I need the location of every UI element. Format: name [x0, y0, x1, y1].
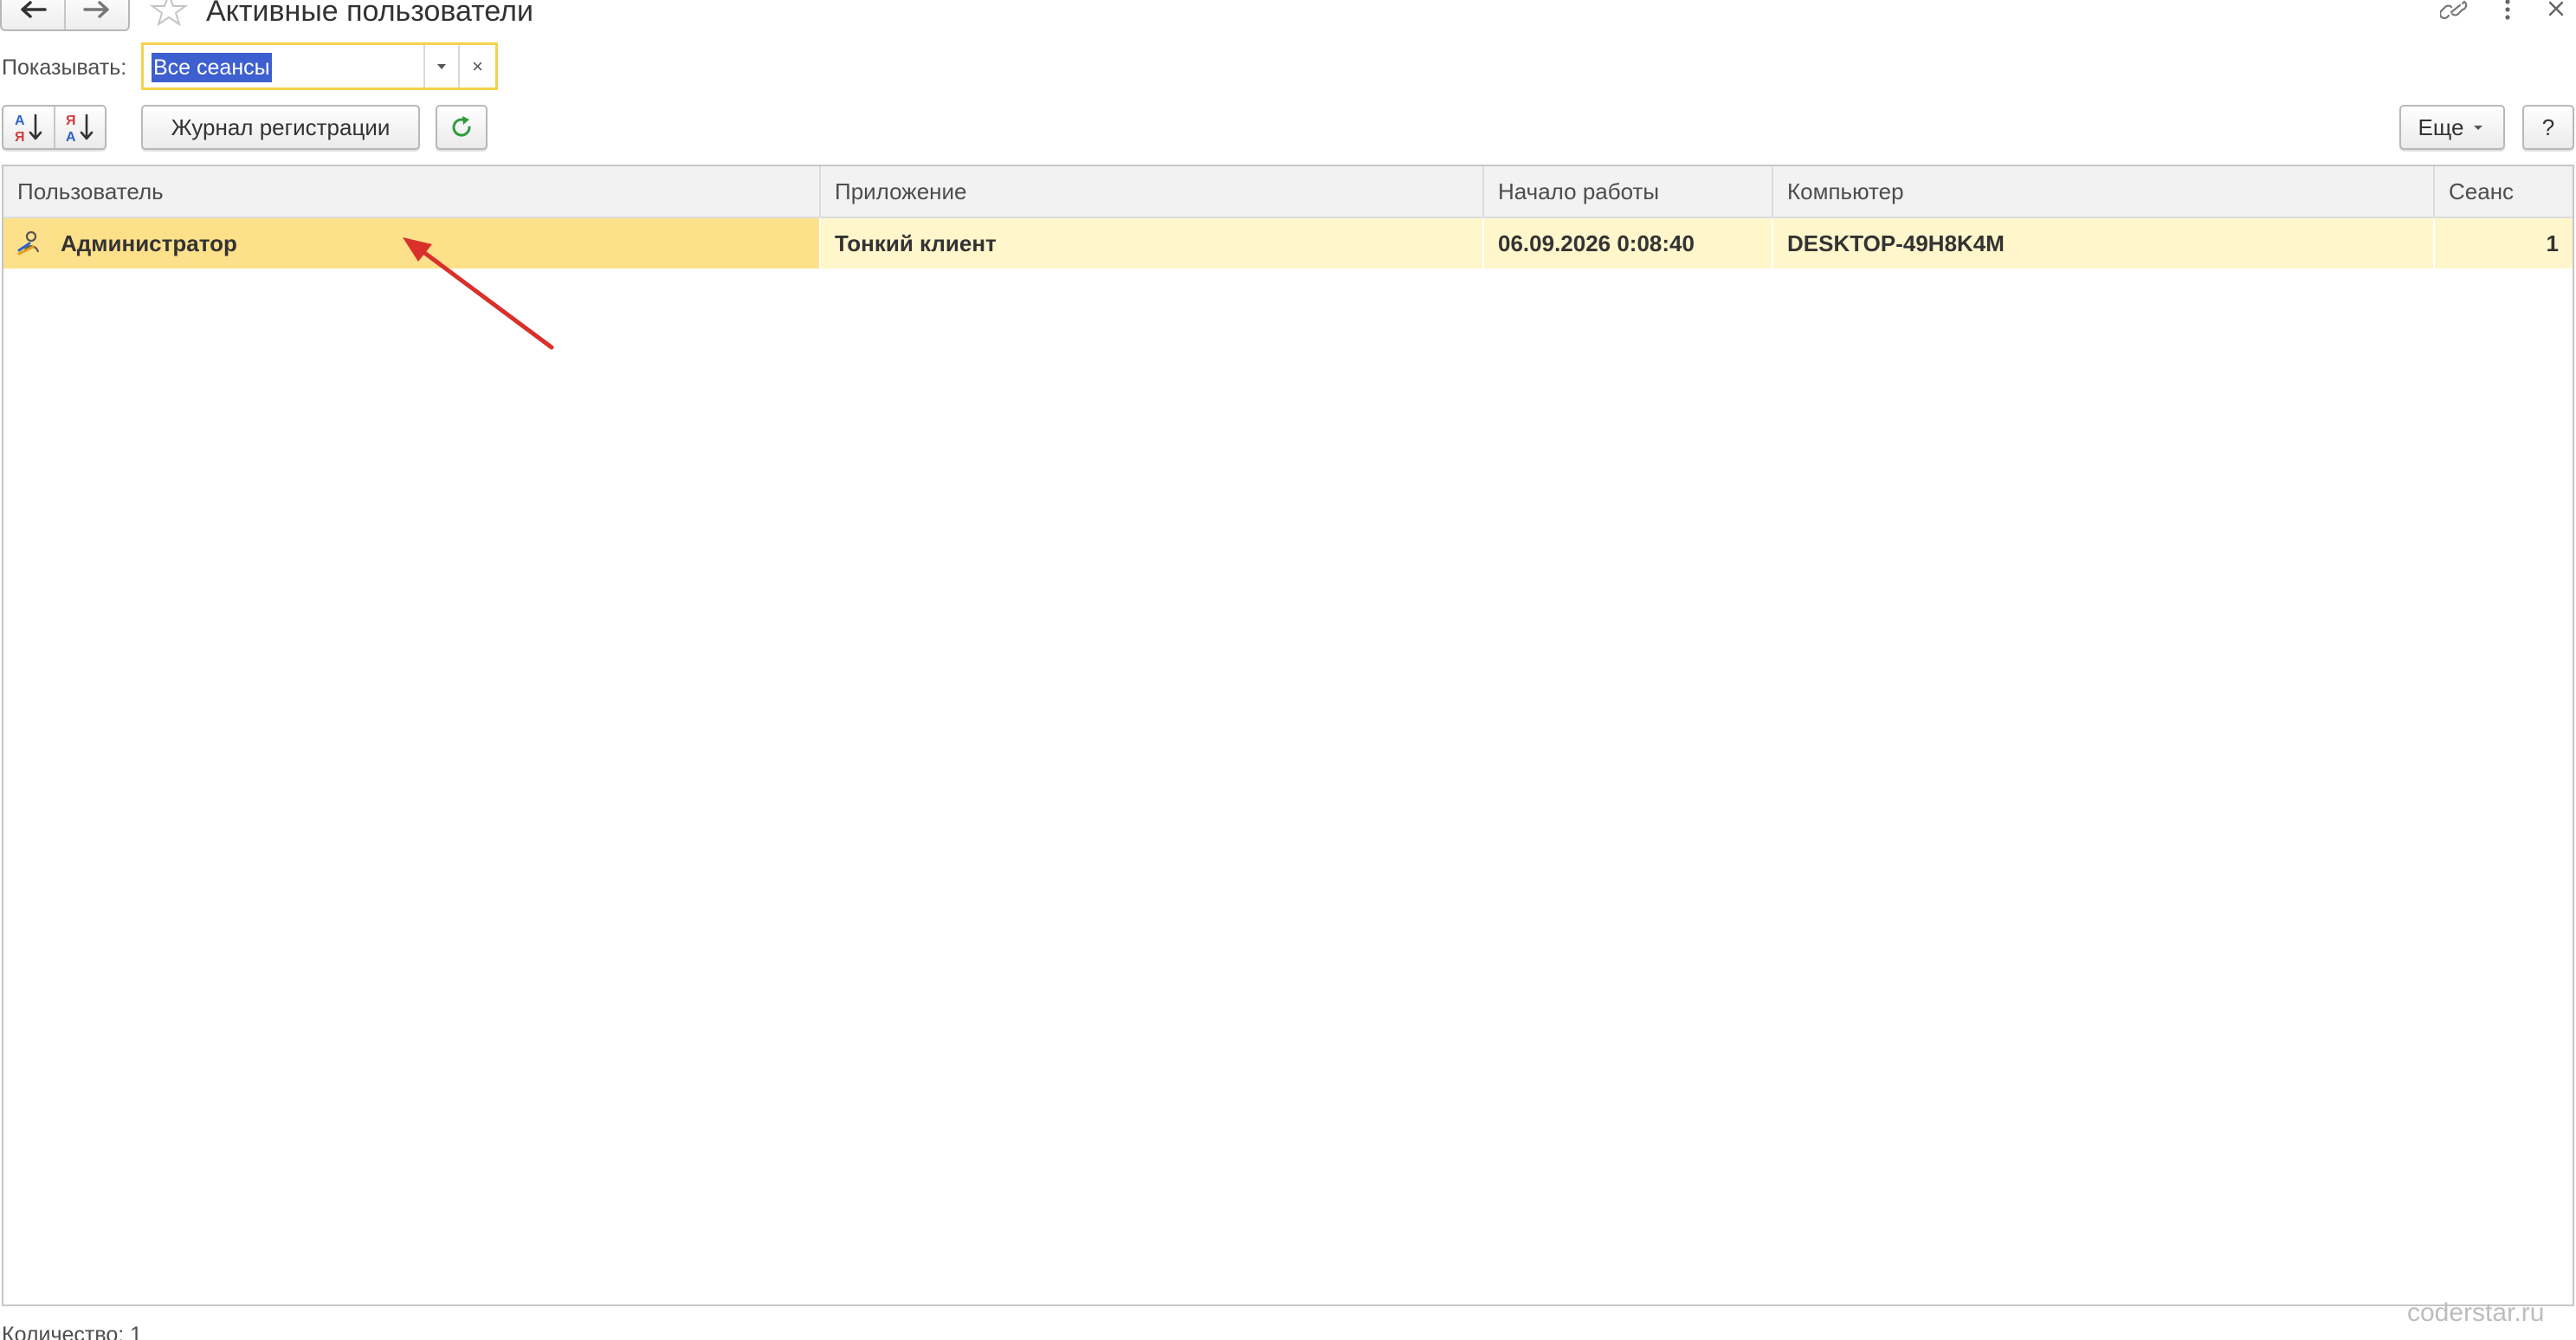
column-header-session[interactable]: Сеанс [2435, 166, 2573, 217]
record-count: Количество: 1 [2, 1323, 143, 1340]
chevron-down-icon [2474, 126, 2483, 130]
active-users-window: Активные пользователи Показывать: Все се… [0, 0, 2576, 1340]
refresh-icon [452, 116, 471, 137]
arrow-right-icon [83, 1, 109, 18]
cell-start-time[interactable]: 06.09.2026 0:08:40 [1484, 218, 1773, 269]
back-button[interactable] [2, 0, 64, 29]
help-button[interactable]: ? [2522, 105, 2574, 150]
more-button[interactable]: Еще [2399, 105, 2505, 150]
active-users-table: Пользователь Приложение Начало работы Ко… [2, 165, 2574, 1306]
watermark: coderstar.ru [2407, 1298, 2545, 1327]
session-filter-field[interactable]: Все сеансы × [141, 42, 498, 90]
table-row[interactable]: Администратор Тонкий клиент 06.09.2026 0… [3, 218, 2573, 269]
filter-value[interactable]: Все сеансы [152, 53, 272, 82]
column-header-start-time[interactable]: Начало работы [1484, 166, 1773, 217]
navigation-buttons [0, 0, 130, 31]
star-icon[interactable] [149, 0, 189, 29]
refresh-button[interactable] [436, 105, 487, 150]
clear-icon: × [472, 55, 483, 77]
column-header-application[interactable]: Приложение [821, 166, 1484, 217]
svg-text:Я: Я [66, 113, 76, 128]
svg-text:А: А [15, 113, 25, 128]
annotation-arrow-icon [403, 237, 554, 350]
column-header-computer[interactable]: Компьютер [1773, 166, 2435, 217]
sort-buttons: А Я Я А [2, 105, 107, 150]
sort-descending-button[interactable]: Я А [53, 107, 106, 148]
user-session-icon [17, 230, 40, 256]
svg-text:А: А [66, 130, 76, 145]
sort-ascending-button[interactable]: А Я [3, 107, 54, 148]
page-title: Активные пользователи [206, 0, 534, 28]
close-icon[interactable] [2540, 0, 2572, 21]
link-icon[interactable] [2440, 0, 2471, 21]
arrow-left-icon [21, 1, 47, 18]
cell-computer[interactable]: DESKTOP-49H8K4M [1773, 218, 2435, 269]
cell-application[interactable]: Тонкий клиент [821, 218, 1484, 269]
filter-clear-button[interactable]: × [458, 45, 495, 87]
chevron-down-icon [437, 63, 446, 69]
kebab-menu-icon[interactable] [2492, 0, 2523, 21]
table-header: Пользователь Приложение Начало работы Ко… [3, 166, 2573, 218]
filter-label: Показывать: [2, 55, 127, 80]
more-label: Еще [2418, 113, 2464, 140]
svg-text:Я: Я [15, 130, 25, 145]
user-name: Администратор [61, 230, 237, 256]
sort-descending-icon: Я А [66, 113, 94, 145]
sort-ascending-icon: А Я [15, 113, 42, 145]
cell-session[interactable]: 1 [2435, 218, 2573, 269]
event-log-button[interactable]: Журнал регистрации [141, 105, 420, 150]
column-header-user[interactable]: Пользователь [3, 166, 821, 217]
forward-button[interactable] [64, 0, 128, 29]
filter-dropdown-button[interactable] [423, 45, 458, 87]
